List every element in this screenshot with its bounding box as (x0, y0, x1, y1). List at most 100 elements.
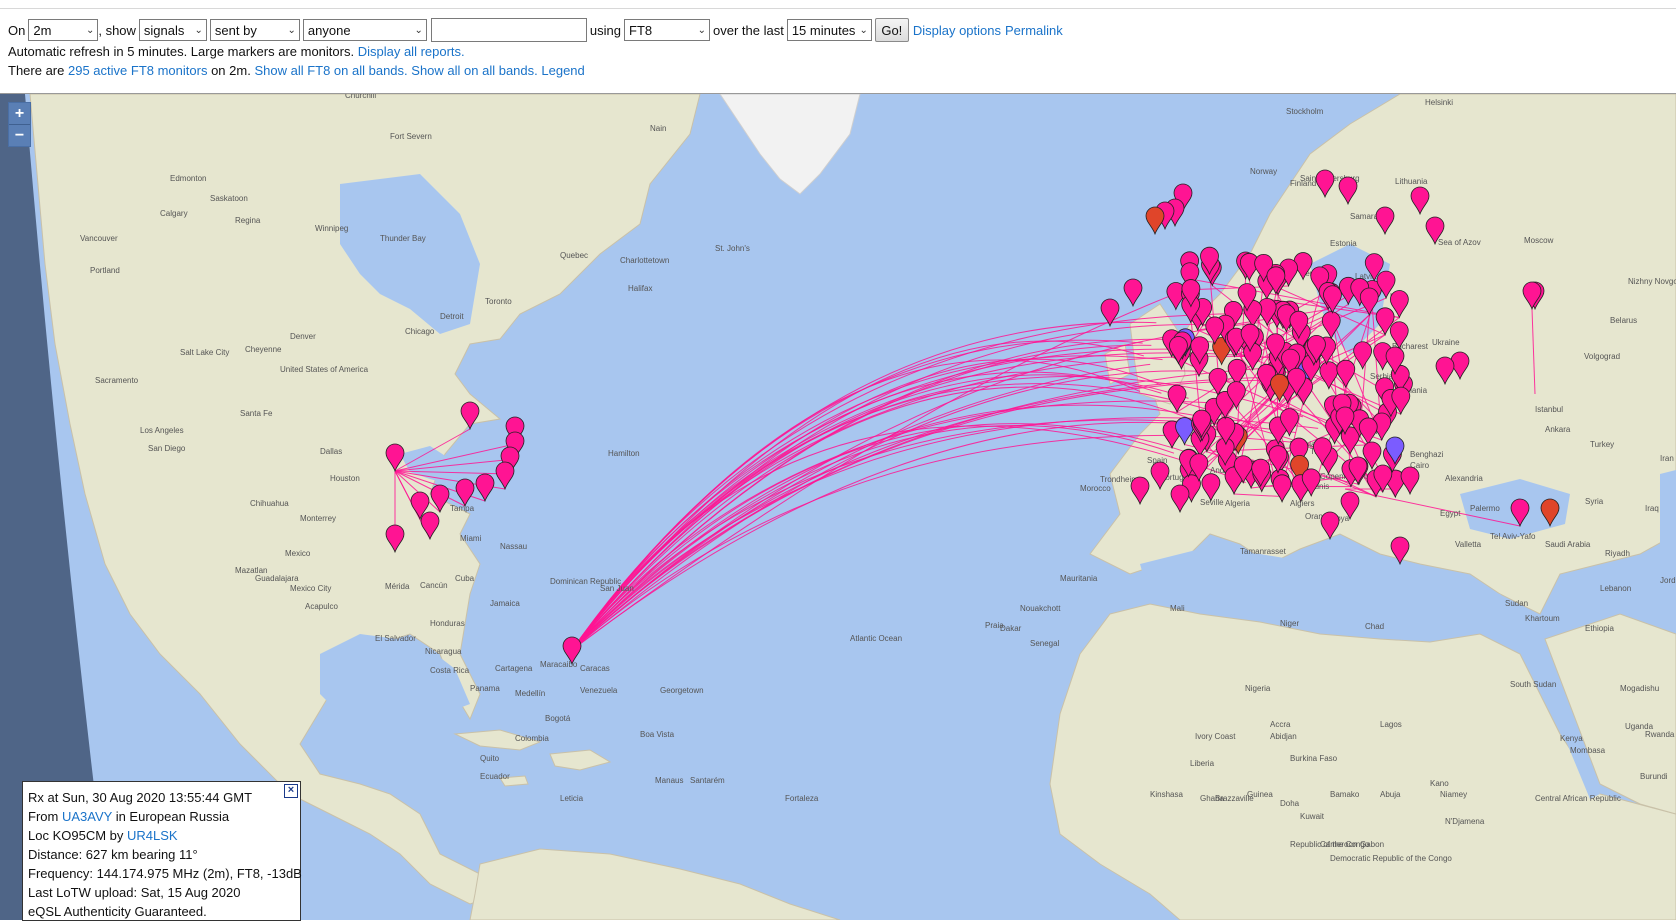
map-label: Los Angeles (140, 426, 184, 435)
map-label: Egypt (1440, 509, 1461, 518)
map-label: Finland (1290, 179, 1316, 188)
map-label: Mombasa (1570, 746, 1606, 755)
band-select[interactable]: 2m⌄ (28, 19, 98, 41)
map-label: Nassau (500, 542, 527, 551)
map-label: Saudi Arabia (1545, 540, 1591, 549)
map-label: Hamilton (608, 449, 640, 458)
map-label: Ankara (1545, 425, 1571, 434)
display-all-link[interactable]: Display all reports. (358, 44, 465, 59)
map-label: South Sudan (1510, 680, 1556, 689)
show-label: , show (98, 23, 136, 38)
map-label: Cartagena (495, 664, 533, 673)
map-label: Nicaragua (425, 647, 462, 656)
map-label: Accra (1270, 720, 1291, 729)
display-options-link[interactable]: Display options (913, 23, 1001, 38)
map-label: Caracas (580, 664, 610, 673)
popup-rx-time: Rx at Sun, 30 Aug 2020 13:55:44 GMT (28, 788, 295, 807)
map-label: Costa Rica (430, 666, 470, 675)
map-label: Vancouver (80, 234, 118, 243)
map-label: Georgetown (660, 686, 704, 695)
monitors-info: There are 295 active FT8 monitors on 2m.… (8, 63, 585, 78)
map-label: Jamaica (490, 599, 520, 608)
map-label: Sudan (1505, 599, 1528, 608)
map-label: Senegal (1030, 639, 1060, 648)
map-label: Abuja (1380, 790, 1401, 799)
map-label: Mexico City (290, 584, 331, 593)
map-label: Samara (1350, 212, 1379, 221)
zoom-out-button[interactable]: − (9, 124, 30, 146)
map-label: Estonia (1330, 239, 1357, 248)
map-label: Khartoum (1525, 614, 1560, 623)
map-label: Charlottetown (620, 256, 669, 265)
map-label: Iraq (1645, 504, 1659, 513)
show-all-bands-link[interactable]: Show all on all bands. (411, 63, 537, 78)
map-label: Manaus (655, 776, 683, 785)
map-label: Ethiopia (1585, 624, 1614, 633)
map-label: Mazatlan (235, 566, 267, 575)
map-label: St. John's (715, 244, 750, 253)
map-label: Boa Vista (640, 730, 675, 739)
popup-eqsl: eQSL Authenticity Guaranteed. (28, 902, 295, 921)
close-icon[interactable]: × (284, 784, 298, 798)
map-label: Algeria (1225, 499, 1250, 508)
permalink-link[interactable]: Permalink (1005, 23, 1063, 38)
map-label: Oran (1305, 512, 1323, 521)
map-label: Chicago (405, 327, 435, 336)
map-label: Toronto (485, 297, 512, 306)
map-label: Fortaleza (785, 794, 819, 803)
map-label: Cuba (455, 574, 475, 583)
go-button[interactable]: Go! (875, 18, 909, 42)
map-label: Thunder Bay (380, 234, 426, 243)
zoom-control: + − (8, 102, 31, 147)
chevron-down-icon: ⌄ (195, 25, 203, 36)
map-label: Mali (1170, 604, 1185, 613)
map-label: Morocco (1080, 484, 1111, 493)
map-label: Mogadishu (1620, 684, 1659, 693)
period-select[interactable]: 15 minutes⌄ (787, 19, 872, 41)
map-label: Norway (1250, 167, 1277, 176)
map-label: Ghana (1200, 794, 1225, 803)
map-label: Benghazi (1410, 450, 1444, 459)
query-controls: On 2m⌄ , show signals⌄ sent by⌄ anyone⌄ … (8, 18, 1063, 42)
on-label: On (8, 23, 25, 38)
there-are-text: There are (8, 63, 64, 78)
map-label: Saskatoon (210, 194, 248, 203)
map-label: Tel Aviv-Yafo (1490, 532, 1536, 541)
using-label: using (590, 23, 621, 38)
show-ft8-all-bands-link[interactable]: Show all FT8 on all bands. (254, 63, 407, 78)
legend-link[interactable]: Legend (541, 63, 584, 78)
map-label: Quebec (560, 251, 588, 260)
zoom-in-button[interactable]: + (9, 103, 30, 124)
map-label: Rwanda (1645, 730, 1675, 739)
map-label: Democratic Republic of the Congo (1330, 854, 1452, 863)
sender-callsign-link[interactable]: UA3AVY (62, 809, 112, 824)
show-select[interactable]: signals⌄ (139, 19, 207, 41)
map-label: Venezuela (580, 686, 618, 695)
map-label: Moscow (1524, 236, 1554, 245)
map-label: Tampa (450, 504, 475, 513)
map-label: Lithuania (1395, 177, 1428, 186)
map-label: Guinea (1247, 790, 1273, 799)
map-label: Atlantic Ocean (850, 634, 902, 643)
mode-select[interactable]: FT8⌄ (624, 19, 710, 41)
receiver-callsign-link[interactable]: UR4LSK (127, 828, 178, 843)
refresh-info: Automatic refresh in 5 minutes. Large ma… (8, 44, 465, 59)
map-label: Guadalajara (255, 574, 299, 583)
direction-select[interactable]: sent by⌄ (210, 19, 300, 41)
map-label: Cheyenne (245, 345, 282, 354)
map-label: Belarus (1610, 316, 1637, 325)
map-label: Seville (1200, 498, 1224, 507)
map-label: Abidjan (1270, 732, 1297, 741)
callsign-input[interactable] (431, 18, 587, 42)
popup-distance: Distance: 627 km bearing 11° (28, 845, 295, 864)
map-label: San Diego (148, 444, 186, 453)
map-label: Honduras (430, 619, 465, 628)
map-label: Turkey (1590, 440, 1614, 449)
active-monitors-link[interactable]: 295 active FT8 monitors (68, 63, 207, 78)
map-label: Kenya (1560, 734, 1583, 743)
map-label: Tamanrasset (1240, 547, 1287, 556)
map-label: Chad (1365, 622, 1384, 631)
who-select[interactable]: anyone⌄ (303, 19, 427, 41)
map-label: Kano (1430, 779, 1449, 788)
map-label: Volgograd (1584, 352, 1620, 361)
